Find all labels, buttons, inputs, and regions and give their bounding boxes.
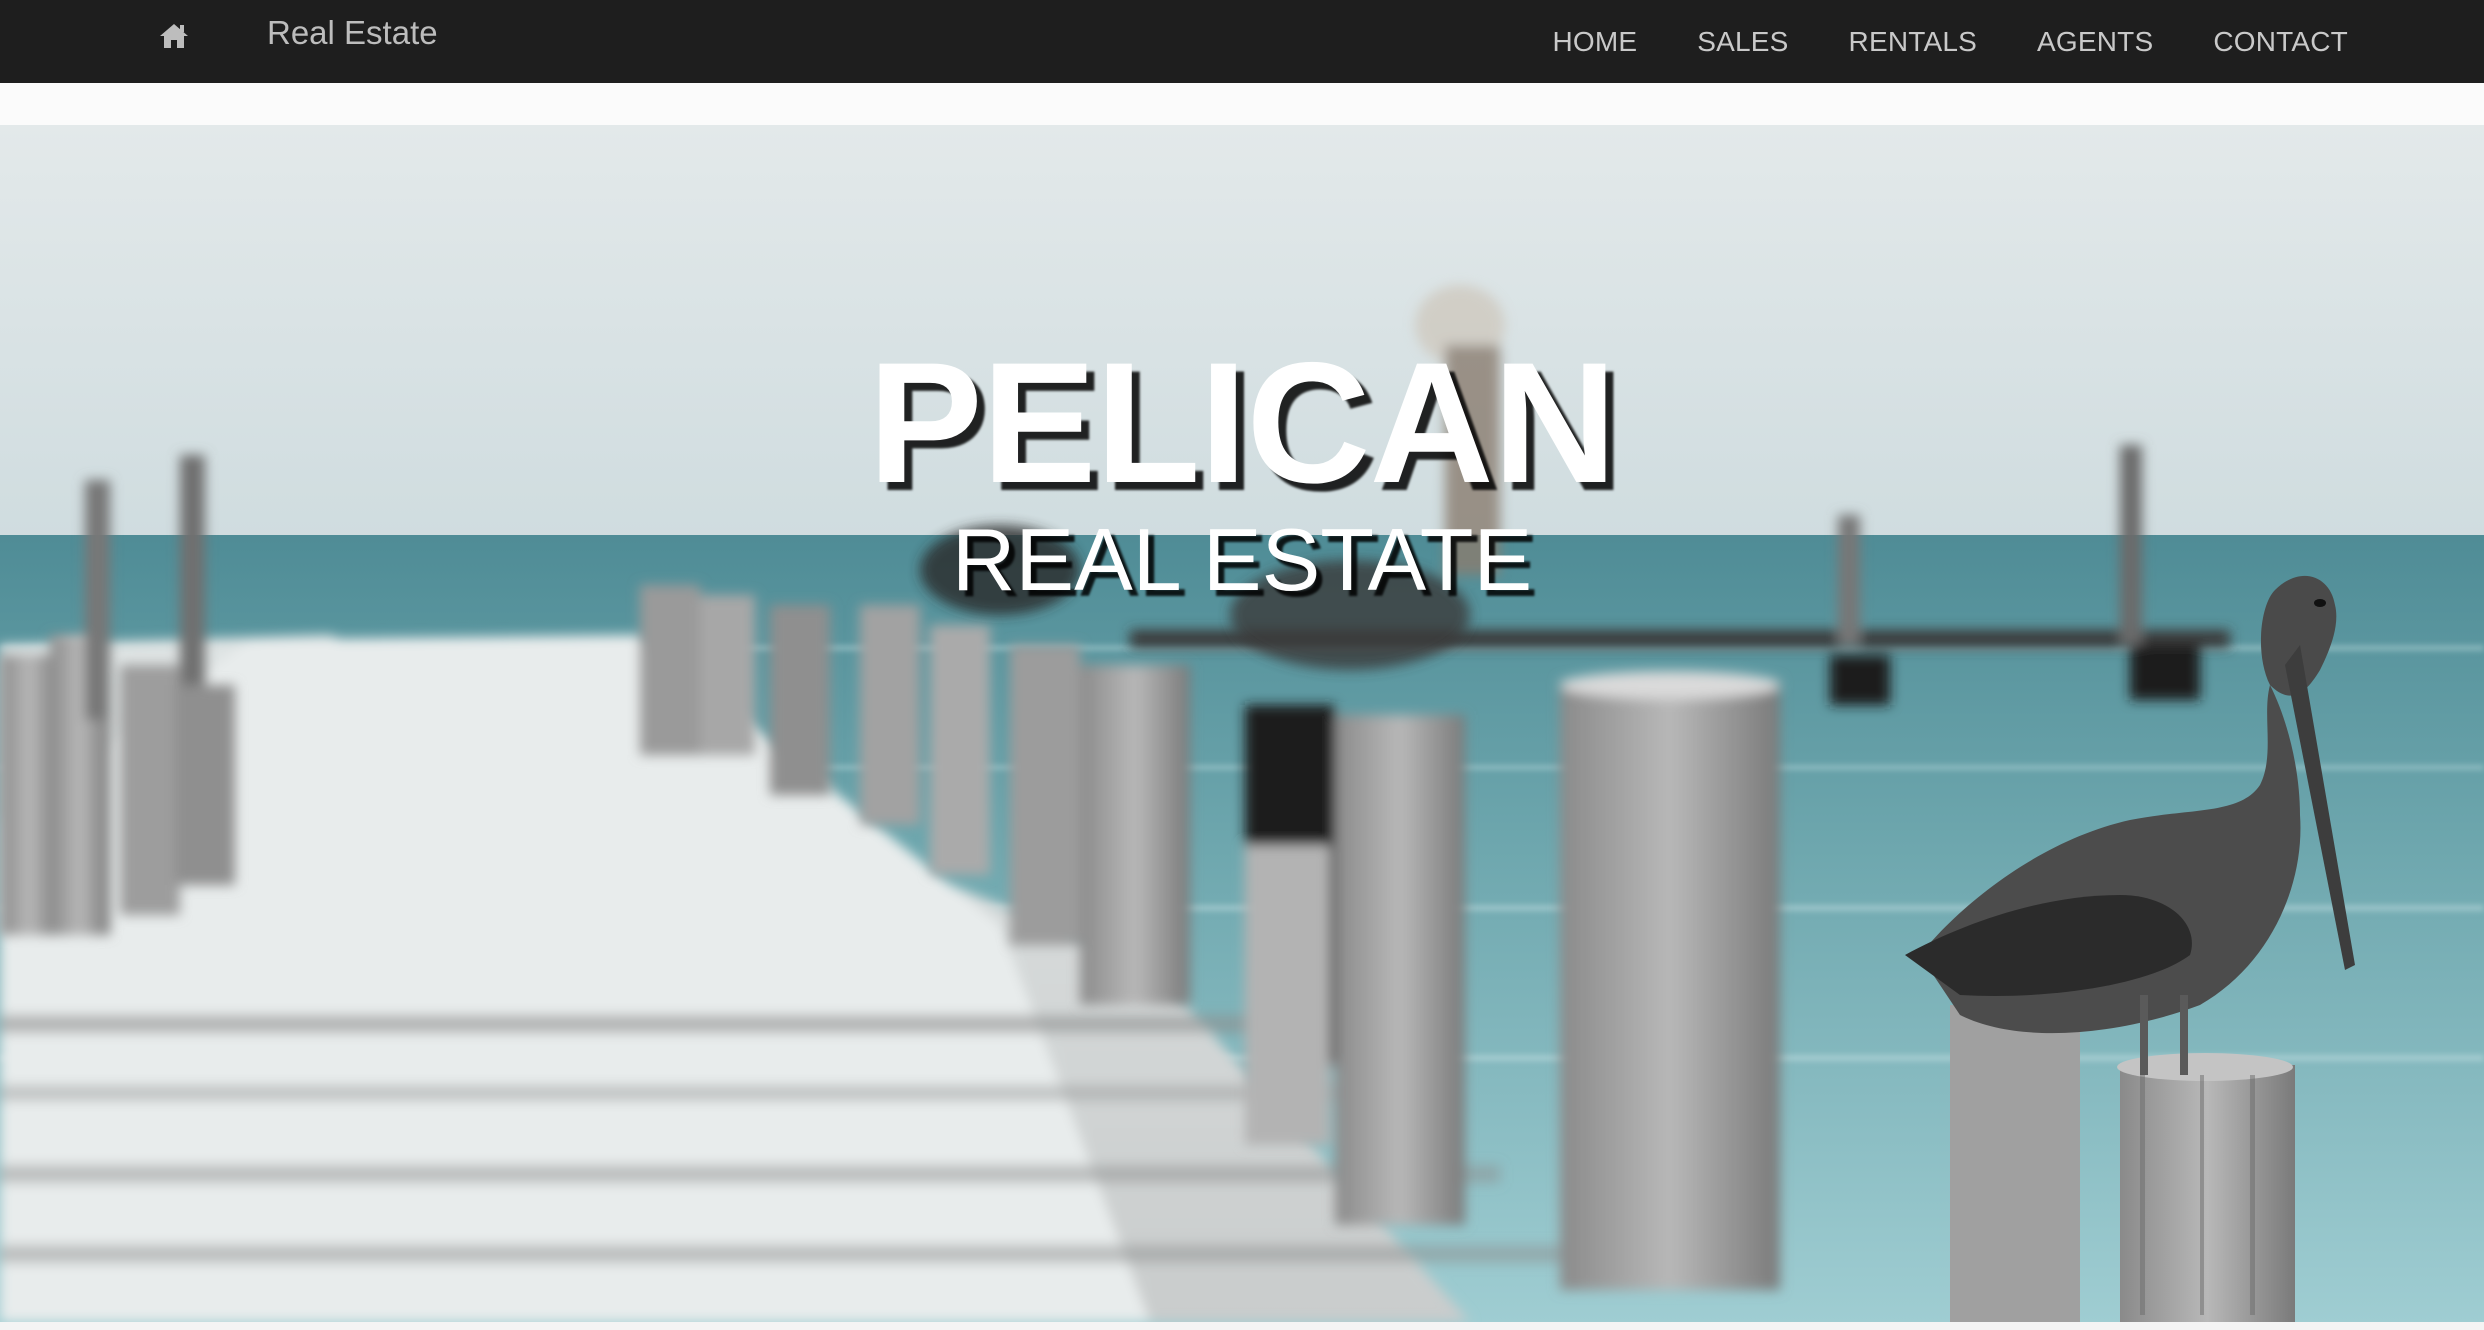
nav-link-contact[interactable]: CONTACT (2213, 26, 2348, 57)
nav-menu: HOME SALES RENTALS AGENTS CONTACT (1552, 0, 2348, 83)
hero-subtitle: REAL ESTATE (951, 510, 1533, 609)
nav-link-agents[interactable]: AGENTS (2037, 26, 2153, 57)
page-bottom-edge (0, 1322, 2484, 1330)
hero-title: PELICAN (868, 327, 1617, 519)
hero-banner: PELICAN REAL ESTATE (0, 125, 2484, 1322)
hero-background-image (0, 125, 2484, 1322)
nav-item-agents: AGENTS (2037, 26, 2153, 58)
brand-link[interactable]: Real Estate (267, 13, 438, 53)
navbar-spacer (0, 83, 2484, 125)
nav-item-sales: SALES (1697, 26, 1788, 58)
nav-item-home: HOME (1552, 26, 1637, 58)
nav-link-home[interactable]: HOME (1552, 26, 1637, 57)
nav-item-rentals: RENTALS (1849, 26, 1977, 58)
nav-item-contact: CONTACT (2213, 26, 2348, 58)
home-icon[interactable] (158, 20, 190, 52)
nav-link-sales[interactable]: SALES (1697, 26, 1788, 57)
nav-link-rentals[interactable]: RENTALS (1849, 26, 1977, 57)
top-navbar: Real Estate HOME SALES RENTALS AGENTS CO… (0, 0, 2484, 83)
